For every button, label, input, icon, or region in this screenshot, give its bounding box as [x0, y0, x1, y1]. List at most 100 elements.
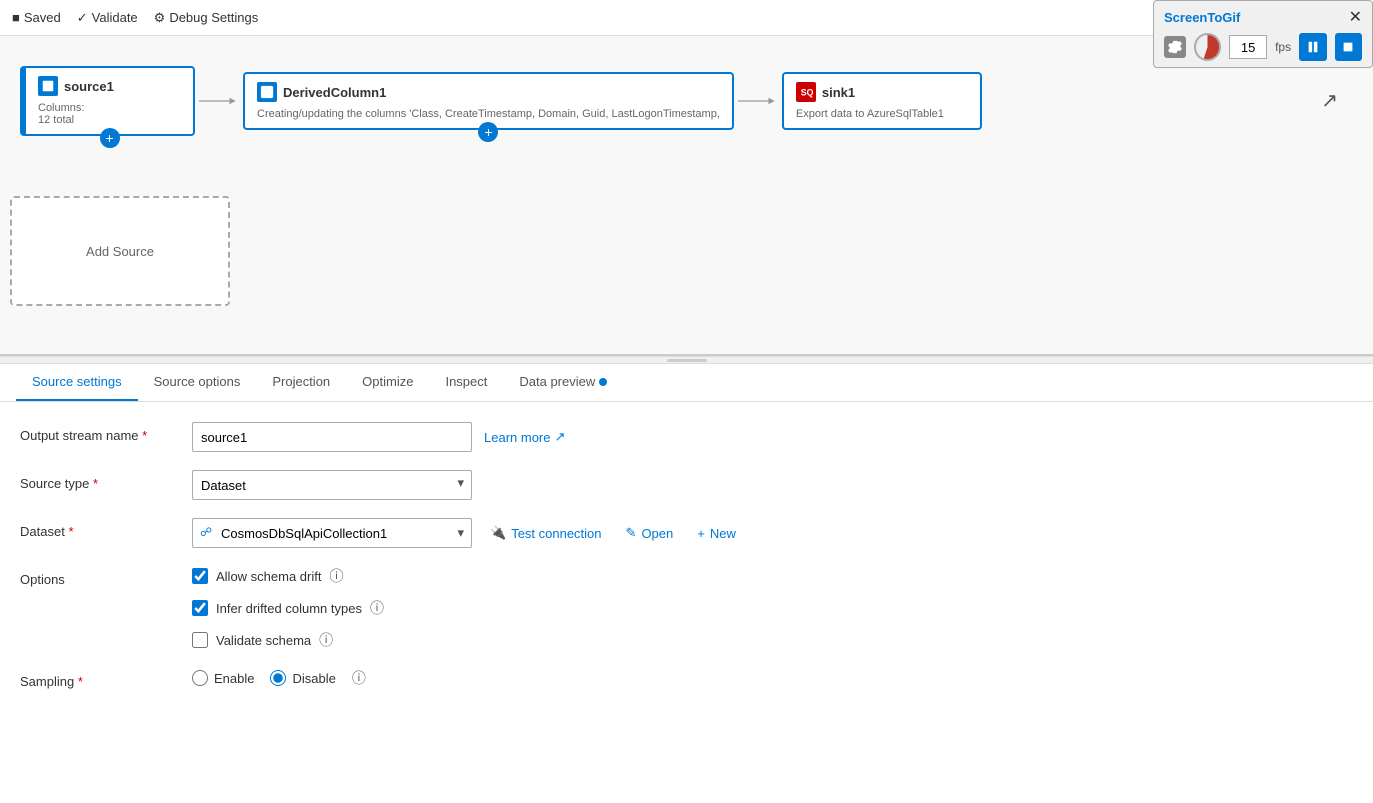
source-node-header: source1 — [38, 76, 181, 96]
new-button[interactable]: + New — [691, 522, 742, 545]
validate-schema-item: Validate schema ⓘ — [192, 630, 384, 650]
external-link-icon: ↗ — [554, 429, 565, 445]
tab-projection[interactable]: Projection — [256, 364, 346, 401]
debug-icon: ⚙ — [154, 10, 166, 26]
validate-label: Validate — [92, 10, 138, 25]
arrow-2 — [734, 91, 782, 111]
source-type-label: Source type * — [20, 470, 180, 491]
sampling-row: Sampling * Enable Disable ⓘ — [20, 668, 1353, 689]
debug-settings-label: Debug Settings — [169, 10, 258, 25]
derived-node-title: DerivedColumn1 — [283, 85, 386, 100]
sampling-radio-group: Enable Disable ⓘ — [192, 668, 366, 688]
stg-close-button[interactable]: ✕ — [1349, 7, 1362, 27]
divider-bar — [667, 359, 707, 362]
test-connection-button[interactable]: 🔌 Test connection — [484, 521, 608, 545]
sampling-controls: Enable Disable ⓘ — [192, 668, 366, 688]
stg-pause-button[interactable] — [1299, 33, 1326, 61]
sampling-disable-item[interactable]: Disable — [270, 670, 335, 686]
stg-fps-input[interactable] — [1229, 35, 1267, 59]
stg-stop-button[interactable] — [1335, 33, 1362, 61]
derived-node-header: DerivedColumn1 — [257, 82, 720, 102]
infer-column-types-info: ⓘ — [370, 598, 384, 618]
panel-divider[interactable] — [0, 356, 1373, 364]
required-marker-4: * — [78, 674, 83, 689]
source-type-select[interactable]: Dataset Inline — [192, 470, 472, 500]
tab-source-options[interactable]: Source options — [138, 364, 257, 401]
infer-column-types-item: Infer drifted column types ⓘ — [192, 598, 384, 618]
sink-node[interactable]: SQL sink1 Export data to AzureSqlTable1 — [782, 72, 982, 130]
sink-node-icon: SQL — [796, 82, 816, 102]
add-source-box[interactable]: Add Source — [10, 196, 230, 306]
stg-title: ScreenToGif — [1164, 10, 1240, 25]
source-type-controls: Dataset Inline — [192, 470, 472, 500]
options-label: Options — [20, 566, 180, 587]
sampling-enable-radio[interactable] — [192, 670, 208, 686]
validate-schema-info: ⓘ — [319, 630, 333, 650]
svg-text:SQL: SQL — [801, 88, 813, 98]
sampling-disable-radio[interactable] — [270, 670, 286, 686]
sink-node-desc: Export data to AzureSqlTable1 — [796, 108, 968, 120]
allow-schema-drift-label: Allow schema drift — [216, 569, 321, 584]
required-marker-3: * — [68, 524, 73, 539]
stg-controls: fps — [1164, 33, 1362, 61]
sampling-enable-item[interactable]: Enable — [192, 670, 254, 686]
source-type-select-wrapper: Dataset Inline — [192, 470, 472, 500]
saved-indicator: ■ Saved — [12, 10, 61, 25]
output-stream-input[interactable] — [192, 422, 472, 452]
tab-inspect[interactable]: Inspect — [429, 364, 503, 401]
screentogif-widget: ScreenToGif ✕ fps — [1153, 0, 1373, 68]
derived-node-add-btn[interactable]: + — [478, 122, 498, 142]
validate-schema-checkbox[interactable] — [192, 632, 208, 648]
source-node-add-btn[interactable]: + — [100, 128, 120, 148]
allow-schema-drift-checkbox[interactable] — [192, 568, 208, 584]
infer-column-types-label: Infer drifted column types — [216, 601, 362, 616]
settings-tabs: Source settings Source options Projectio… — [0, 364, 1373, 402]
source-node-icon — [38, 76, 58, 96]
saved-icon: ■ — [12, 10, 20, 25]
allow-schema-drift-item: Allow schema drift ⓘ — [192, 566, 384, 586]
learn-more-link[interactable]: Learn more ↗ — [484, 429, 565, 445]
stg-header: ScreenToGif ✕ — [1164, 7, 1362, 27]
options-controls: Allow schema drift ⓘ Infer drifted colum… — [192, 566, 384, 650]
source-node-title: source1 — [64, 79, 114, 94]
tab-optimize[interactable]: Optimize — [346, 364, 429, 401]
options-row: Options Allow schema drift ⓘ Infer drift… — [20, 566, 1353, 650]
dataset-select[interactable]: CosmosDbSqlApiCollection1 — [192, 518, 472, 548]
sink-node-header: SQL sink1 — [796, 82, 968, 102]
tab-data-preview[interactable]: Data preview — [503, 364, 623, 401]
arrow-1 — [195, 91, 243, 111]
plug-icon: 🔌 — [490, 525, 506, 541]
sampling-enable-label: Enable — [214, 671, 254, 686]
stg-pie-chart — [1194, 33, 1222, 61]
stg-gear-button[interactable] — [1164, 36, 1186, 58]
add-source-label: Add Source — [86, 244, 154, 259]
validate-icon: ✓ — [77, 10, 88, 26]
derived-node-desc: Creating/updating the columns 'Class, Cr… — [257, 108, 720, 120]
allow-schema-drift-info: ⓘ — [329, 566, 343, 586]
validate-button[interactable]: ✓ Validate — [77, 10, 138, 26]
sampling-info: ⓘ — [352, 668, 366, 688]
derived-node[interactable]: DerivedColumn1 Creating/updating the col… — [243, 72, 734, 130]
data-preview-dot — [599, 378, 607, 386]
infer-column-types-checkbox[interactable] — [192, 600, 208, 616]
source-node[interactable]: source1 Columns: 12 total + — [20, 66, 195, 136]
debug-settings-button[interactable]: ⚙ Debug Settings — [154, 10, 259, 26]
plus-icon: + — [697, 526, 705, 541]
required-marker: * — [142, 428, 147, 443]
source-node-sub: Columns: 12 total — [38, 102, 181, 126]
required-marker-2: * — [93, 476, 98, 491]
cosmos-icon: ☍ — [200, 525, 216, 541]
dataset-row: Dataset * ☍ CosmosDbSqlApiCollection1 🔌 … — [20, 518, 1353, 548]
validate-schema-label: Validate schema — [216, 633, 311, 648]
sampling-label: Sampling * — [20, 668, 180, 689]
dataset-select-wrapper: ☍ CosmosDbSqlApiCollection1 — [192, 518, 472, 548]
open-button[interactable]: ✎ Open — [620, 521, 680, 545]
pencil-icon: ✎ — [626, 525, 637, 541]
settings-panel: Source settings Source options Projectio… — [0, 364, 1373, 727]
dataset-controls: ☍ CosmosDbSqlApiCollection1 🔌 Test conne… — [192, 518, 742, 548]
settings-form: Output stream name * Learn more ↗ Source… — [0, 402, 1373, 727]
source-type-row: Source type * Dataset Inline — [20, 470, 1353, 500]
output-stream-row: Output stream name * Learn more ↗ — [20, 422, 1353, 452]
tab-source-settings[interactable]: Source settings — [16, 364, 138, 401]
dataset-label: Dataset * — [20, 518, 180, 539]
